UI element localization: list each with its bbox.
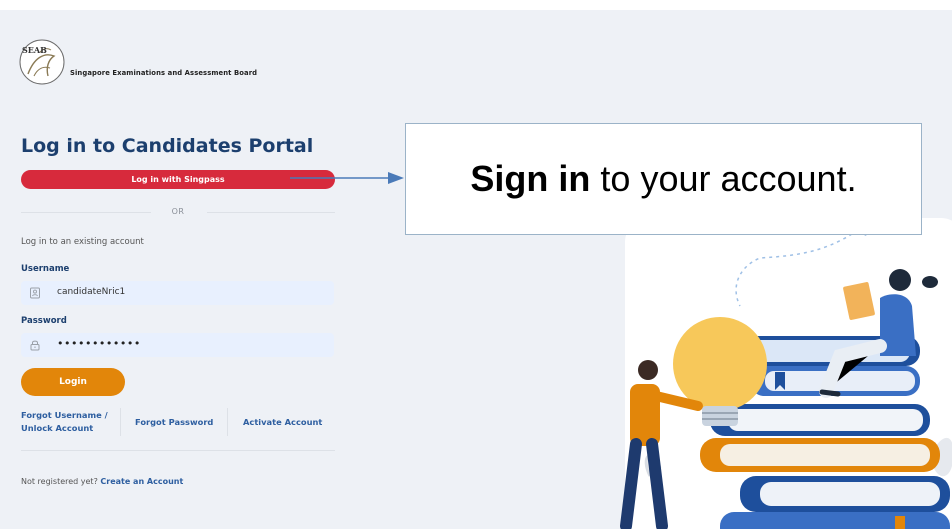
forgot-username-line2: Unlock Account xyxy=(21,423,94,433)
username-field[interactable]: candidateNric1 xyxy=(21,281,334,305)
username-label: Username xyxy=(21,264,70,274)
arrow-right-icon xyxy=(290,172,404,184)
lightbulb-icon xyxy=(673,317,767,411)
existing-account-label: Log in to an existing account xyxy=(21,237,144,247)
not-registered-text: Not registered yet? Create an Account xyxy=(21,477,183,486)
board-name: Singapore Examinations and Assessment Bo… xyxy=(70,69,258,77)
login-page: SEAB Singapore Examinations and Assessme… xyxy=(0,10,952,529)
link-divider xyxy=(120,408,121,436)
password-label: Password xyxy=(21,316,67,326)
reading-illustration xyxy=(620,206,952,529)
footer-divider xyxy=(21,450,335,451)
sign-in-callout: Sign in to your account. xyxy=(405,123,922,235)
login-button[interactable]: Login xyxy=(21,368,125,396)
create-account-link[interactable]: Create an Account xyxy=(100,477,183,486)
forgot-password-link[interactable]: Forgot Password xyxy=(135,416,213,429)
user-card-icon xyxy=(30,287,40,299)
username-value: candidateNric1 xyxy=(57,287,126,297)
callout-bold: Sign in xyxy=(470,158,591,199)
lock-icon xyxy=(30,340,40,351)
password-value: •••••••••••• xyxy=(57,337,141,350)
logo-text: SEAB xyxy=(22,45,47,55)
forgot-username-line1: Forgot Username / xyxy=(21,410,108,420)
activate-account-link[interactable]: Activate Account xyxy=(243,416,322,429)
or-separator: OR xyxy=(21,206,335,220)
not-registered-label: Not registered yet? xyxy=(21,477,98,486)
singpass-login-button[interactable]: Log in with Singpass xyxy=(21,170,335,189)
link-divider xyxy=(227,408,228,436)
or-line-right xyxy=(207,212,335,213)
forgot-username-link[interactable]: Forgot Username / Unlock Account xyxy=(21,409,108,435)
seab-logo-icon: SEAB xyxy=(19,39,65,85)
callout-rest: to your account. xyxy=(600,158,857,199)
password-field[interactable]: •••••••••••• xyxy=(21,333,334,357)
page-title: Log in to Candidates Portal xyxy=(21,135,314,157)
